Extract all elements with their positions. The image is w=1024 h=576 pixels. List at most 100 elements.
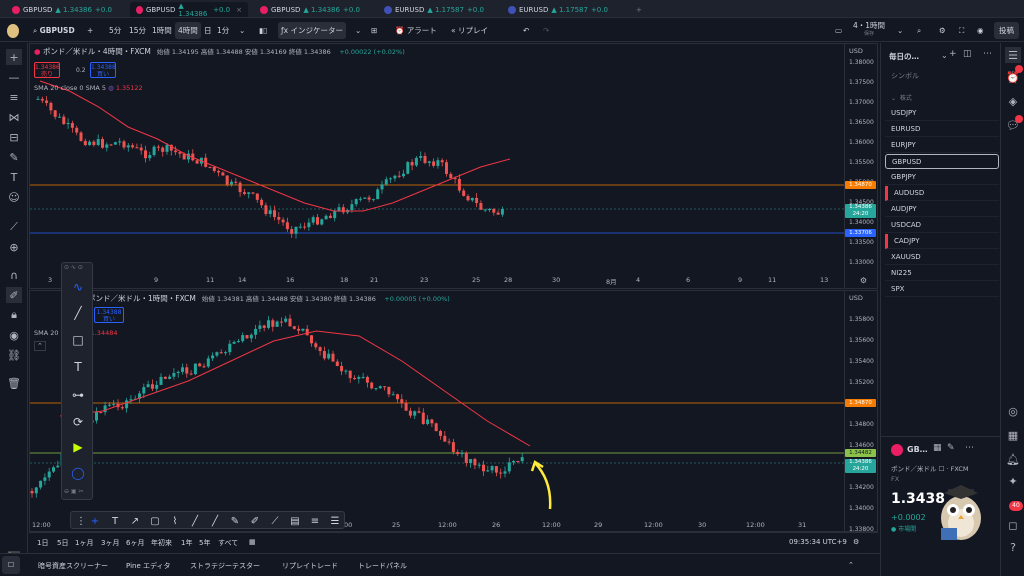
drag-handle-icon[interactable]: ⊙ ∿ ⊙ bbox=[64, 264, 83, 271]
projection-icon[interactable]: ⊟ bbox=[6, 129, 22, 145]
interval-15m[interactable]: 15分 bbox=[126, 22, 149, 39]
text-icon[interactable]: T bbox=[107, 513, 123, 529]
tab-eurusd-2[interactable]: EURUSD ▲ 1.17587 +0.0 bbox=[502, 2, 620, 17]
toolbar-options-icon[interactable]: ⊖ ▣ ✂ bbox=[64, 488, 84, 495]
tab-pine-editor[interactable]: Pine エディタ bbox=[126, 561, 171, 571]
user-avatar[interactable] bbox=[4, 22, 22, 39]
settings-icon[interactable]: ⚙ bbox=[936, 22, 949, 39]
watchlist-item[interactable]: XAUUSD bbox=[885, 250, 999, 265]
collapse-panel-icon[interactable]: ⌃ bbox=[848, 561, 854, 569]
range-5y[interactable]: 5年 bbox=[199, 538, 210, 548]
drawing-mode-icon[interactable]: ✐ bbox=[6, 287, 22, 303]
circle-icon[interactable]: ◯ bbox=[68, 463, 88, 483]
chat-icon[interactable]: ☐ bbox=[2, 556, 20, 574]
brush-icon[interactable]: ✎ bbox=[6, 149, 22, 165]
add-icon[interactable]: + bbox=[949, 49, 957, 59]
pen-icon[interactable]: ✎ bbox=[227, 513, 243, 529]
notifications-icon[interactable]: ◻ bbox=[1005, 517, 1021, 533]
watchlist-item[interactable]: CADJPY bbox=[885, 234, 999, 249]
crosshair-icon[interactable]: + bbox=[6, 49, 22, 65]
section-header[interactable]: ⌄ 株式 bbox=[891, 93, 912, 102]
chart-4h-canvas[interactable] bbox=[30, 44, 845, 276]
chart-icon[interactable]: ▦ bbox=[933, 443, 942, 453]
pattern-icon[interactable]: ⋈ bbox=[6, 109, 22, 125]
layout-icon[interactable]: ◫ bbox=[963, 49, 972, 59]
target-icon[interactable]: ◎ bbox=[1005, 403, 1021, 419]
text-icon[interactable]: T bbox=[6, 169, 22, 185]
ruler-icon[interactable]: ⟋ bbox=[6, 219, 22, 235]
range-3m[interactable]: 3ヶ月 bbox=[101, 538, 119, 548]
layers-icon[interactable]: ◈ bbox=[1005, 93, 1021, 109]
calendar-icon[interactable]: ▦ bbox=[1005, 427, 1021, 443]
tab-gbpusd-2[interactable]: GBPUSD ▲ 1.34386 +0.0 × bbox=[130, 2, 248, 18]
clock[interactable]: 09:35:34 UTC+9 bbox=[789, 538, 847, 546]
rectangle-icon[interactable]: □ bbox=[68, 330, 88, 350]
add-symbol-button[interactable]: + bbox=[84, 22, 96, 39]
fullscreen-icon[interactable]: ⛶ bbox=[956, 22, 967, 39]
chart-1h-canvas[interactable] bbox=[30, 291, 845, 519]
chart-type-icon[interactable]: ▮▯ bbox=[256, 22, 270, 39]
chart-pane-1h[interactable]: ポンド／米ドル・1時間・FXCM 始値 1.34381 高値 1.34488 安値… bbox=[29, 290, 878, 533]
sma-legend[interactable]: SMA 20 close 0 SMA 5 ◍ 1.35122 bbox=[34, 84, 143, 92]
goto-date-icon[interactable]: ▦ bbox=[249, 538, 256, 546]
interval-1d[interactable]: 日 bbox=[201, 22, 215, 39]
alert-button[interactable]: ⏰ アラート bbox=[392, 22, 440, 39]
detail-symbol[interactable]: GB… bbox=[907, 445, 928, 454]
lock-icon[interactable]: 🔒︎ bbox=[6, 307, 22, 323]
interval-menu[interactable]: ⌄ bbox=[236, 22, 248, 39]
line-icon[interactable]: ╱ bbox=[187, 513, 203, 529]
watchlist-item[interactable]: USDJPY bbox=[885, 106, 999, 121]
watchlist-item[interactable]: EURJPY bbox=[885, 138, 999, 153]
ideas-icon[interactable]: ✦ bbox=[1005, 473, 1021, 489]
currency-label[interactable]: USD bbox=[849, 47, 863, 55]
link-icon[interactable]: ⛓ bbox=[6, 347, 22, 363]
buy-button-1h[interactable]: 1.34388 買い bbox=[94, 307, 124, 323]
marker-icon[interactable]: ⟋ bbox=[267, 513, 283, 529]
more-icon[interactable]: ⋯ bbox=[965, 443, 974, 453]
collapse-legend-icon[interactable]: ⌃ bbox=[34, 341, 46, 351]
rotate-icon[interactable]: ⟳ bbox=[68, 412, 88, 432]
buy-button[interactable]: 1.34388 買い bbox=[90, 62, 116, 78]
zoom-icon[interactable]: ⊕ bbox=[6, 239, 22, 255]
watchlist-item[interactable]: SPX bbox=[885, 282, 999, 297]
tab-strategy-tester[interactable]: ストラテジーテスター bbox=[190, 561, 260, 571]
publish-button[interactable]: 投稿 bbox=[994, 22, 1019, 39]
crosshair-icon[interactable]: + bbox=[87, 513, 103, 529]
watchlist-item[interactable]: GBPJPY bbox=[885, 170, 999, 185]
brush-icon[interactable]: ✐ bbox=[247, 513, 263, 529]
fib-icon[interactable]: ≡ bbox=[307, 513, 323, 529]
chart-settings-icon[interactable]: ⚙ bbox=[853, 538, 859, 546]
arrow-icon[interactable]: ↗ bbox=[127, 513, 143, 529]
sma-eye-icon[interactable]: ◍ bbox=[108, 84, 114, 92]
layout-menu-icon[interactable]: ⌄ bbox=[894, 22, 906, 39]
search-icon[interactable]: ⌕ bbox=[914, 22, 924, 39]
curve-icon[interactable]: ∿ bbox=[68, 277, 88, 297]
range-ytd[interactable]: 年初来 bbox=[151, 538, 172, 548]
watchlist-item[interactable]: AUDUSD bbox=[885, 186, 999, 201]
camera-icon[interactable]: ◉ bbox=[974, 22, 987, 39]
interval-4h[interactable]: 4時間 bbox=[175, 22, 201, 39]
watchlist-item[interactable]: USDCAD bbox=[885, 218, 999, 233]
range-1y[interactable]: 1年 bbox=[181, 538, 192, 548]
hatch-icon[interactable]: ▤ bbox=[287, 513, 303, 529]
chevron-down-icon[interactable]: ⌄ bbox=[941, 51, 948, 60]
layout-grid-icon[interactable]: ⊞ bbox=[368, 22, 380, 39]
symbol-search[interactable]: ⌕ GBPUSD bbox=[30, 22, 78, 39]
line-icon[interactable]: ╱ bbox=[68, 303, 88, 323]
watchlist-item[interactable]: NI225 bbox=[885, 266, 999, 281]
polyline-icon[interactable]: ⌇ bbox=[167, 513, 183, 529]
tab-crypto-screener[interactable]: 暗号資産スクリーナー bbox=[38, 561, 108, 571]
price-axis-1h[interactable]: USD 1.358001.356001.354001.352001.350001… bbox=[844, 291, 877, 533]
magnet-icon[interactable]: ∩ bbox=[6, 267, 22, 283]
axis-settings-icon[interactable]: ⚙ bbox=[860, 276, 867, 285]
bell-icon[interactable]: 🔔︎ bbox=[1005, 451, 1021, 467]
fib-icon[interactable]: ≡ bbox=[6, 89, 22, 105]
watchlist-icon[interactable]: ☰ bbox=[1005, 47, 1021, 63]
interval-1h[interactable]: 1時間 bbox=[149, 22, 175, 39]
range-6m[interactable]: 6ヶ月 bbox=[126, 538, 144, 548]
trash-icon[interactable]: 🗑︎ bbox=[6, 375, 22, 391]
close-icon[interactable]: × bbox=[236, 6, 242, 14]
layout-select-icon[interactable]: ▭ bbox=[832, 22, 845, 39]
play-icon[interactable]: ▶ bbox=[68, 437, 88, 457]
new-tab-button[interactable]: + bbox=[630, 2, 648, 17]
